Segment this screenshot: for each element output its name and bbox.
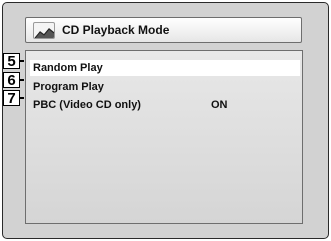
callout-7: 7 <box>3 90 20 106</box>
menu-panel: Random Play Program Play PBC (Video CD o… <box>25 50 303 224</box>
menu-item-label: Random Play <box>33 62 103 74</box>
callout-pointer <box>20 60 24 62</box>
callout-5: 5 <box>3 53 20 69</box>
callout-pointer <box>20 97 24 99</box>
menu-title: CD Playback Mode <box>62 23 170 37</box>
title-bar: CD Playback Mode <box>25 17 302 43</box>
menu-item-label: PBC (Video CD only) <box>33 99 141 111</box>
cd-playback-icon <box>33 22 55 39</box>
menu-item-random-play[interactable]: Random Play <box>30 60 300 76</box>
menu-item-value: ON <box>211 99 228 111</box>
menu-item-pbc[interactable]: PBC (Video CD only) ON <box>30 97 300 113</box>
playback-mode-screen: CD Playback Mode Random Play Program Pla… <box>2 2 329 239</box>
menu-item-program-play[interactable]: Program Play <box>30 79 300 95</box>
callout-6: 6 <box>3 72 20 88</box>
callout-pointer <box>20 79 24 81</box>
menu-item-label: Program Play <box>33 81 104 93</box>
